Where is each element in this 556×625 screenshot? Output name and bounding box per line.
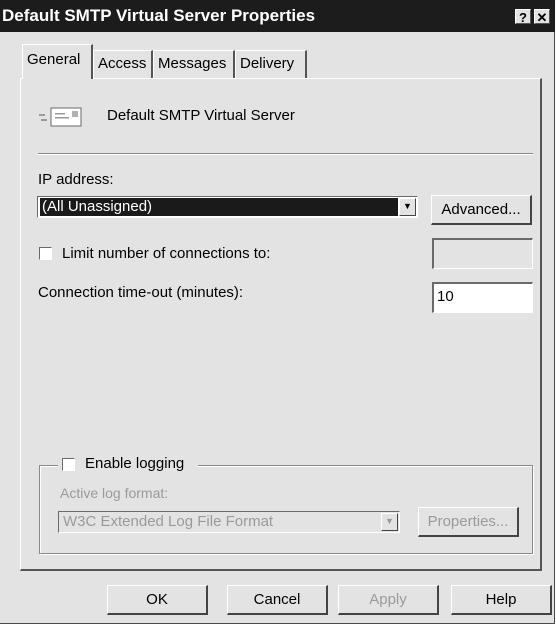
limit-connections-label: Limit number of connections to: [62,245,271,262]
timeout-label: Connection time-out (minutes): [38,284,244,301]
separator [38,153,533,155]
close-icon: ✕ [536,10,548,25]
ip-address-value: (All Unassigned) [40,198,398,216]
properties-dialog: Default SMTP Virtual Server Properties ?… [0,0,555,624]
help-footer-button[interactable]: Help [451,585,552,615]
tab-access[interactable]: Access [93,50,153,78]
limit-connections-checkbox[interactable] [39,247,52,260]
help-button[interactable]: ? [515,9,531,25]
close-button[interactable]: ✕ [534,9,550,25]
logging-group-header: Enable logging [58,455,198,475]
log-format-select[interactable]: W3C Extended Log File Format ▼ [58,511,400,533]
ok-button[interactable]: OK [107,585,208,615]
log-format-label: Active log format: [60,485,169,501]
cancel-button[interactable]: Cancel [227,585,328,615]
log-format-value: W3C Extended Log File Format [63,513,274,530]
enable-logging-checkbox[interactable] [62,458,75,471]
tab-messages[interactable]: Messages [153,50,235,78]
advanced-button[interactable]: Advanced... [431,195,532,225]
tab-general[interactable]: General [22,44,93,79]
timeout-input[interactable]: 10 [432,282,533,313]
log-properties-button[interactable]: Properties... [418,507,519,537]
apply-button[interactable]: Apply [338,585,439,615]
dropdown-arrow-icon[interactable]: ▼ [399,198,416,216]
ip-address-label: IP address: [38,171,114,188]
dropdown-arrow-icon[interactable]: ▼ [381,513,398,531]
help-icon: ? [519,10,527,25]
ip-address-select[interactable]: (All Unassigned) ▼ [37,196,418,218]
title-bar[interactable]: Default SMTP Virtual Server Properties ?… [0,0,555,32]
limit-connections-field[interactable] [432,238,533,269]
server-name-label: Default SMTP Virtual Server [107,107,295,124]
enable-logging-label: Enable logging [85,455,185,472]
envelope-icon [39,104,83,128]
tab-delivery[interactable]: Delivery [235,50,307,78]
window-title: Default SMTP Virtual Server Properties [2,6,316,25]
